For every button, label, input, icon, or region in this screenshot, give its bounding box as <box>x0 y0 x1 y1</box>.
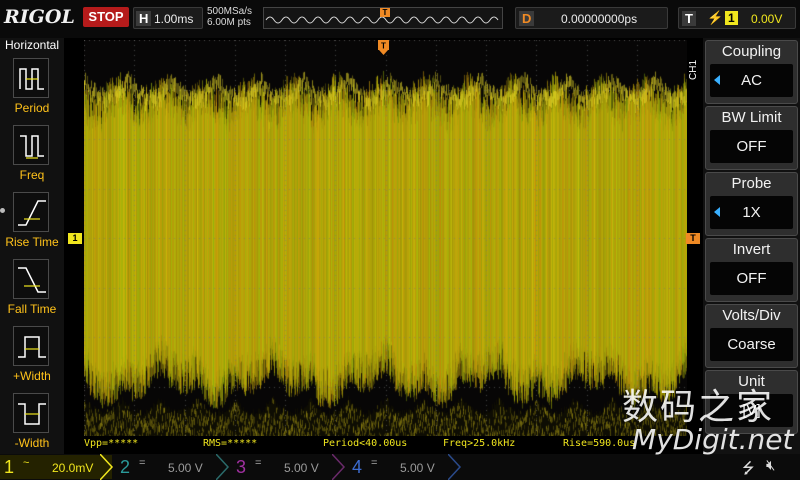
unit-value: [V] <box>710 394 793 427</box>
freq-label: Freq <box>19 168 45 182</box>
ch1-coupling-icon: ~ <box>23 457 30 469</box>
measure-vpp: Vpp=***** <box>84 438 139 449</box>
ch2-scale: 5.00 V <box>168 461 203 475</box>
invert-softkey[interactable]: Invert OFF <box>705 238 798 302</box>
probe-softkey[interactable]: Probe 1X <box>705 172 798 236</box>
period-label: Period <box>14 101 50 115</box>
ch3-scale: 5.00 V <box>284 461 319 475</box>
trigger-position-marker[interactable]: T <box>378 40 389 56</box>
run-stop-status[interactable]: STOP <box>83 7 129 27</box>
positive-width-icon <box>13 326 49 366</box>
channel-status-bar: 1 ~ 20.0mV 2 = 5.00 V 3 = 5.00 V 4 = 5.0… <box>0 454 800 480</box>
ch3-status[interactable]: 3 = 5.00 V <box>232 455 344 479</box>
trigger-level-marker[interactable]: T <box>686 233 700 244</box>
horizontal-measure-menu: Horizontal Period Freq Rise Time Fall Ti… <box>0 38 64 454</box>
ch1-offset-marker[interactable]: 1 <box>68 233 82 244</box>
waveform-display[interactable] <box>84 40 687 436</box>
ch1-scale: 20.0mV <box>52 461 94 475</box>
ch1-tab-edge <box>100 454 114 480</box>
svg-text:T: T <box>381 42 386 51</box>
memory-position-bar[interactable]: T <box>263 7 503 29</box>
measure-rise-time[interactable]: Rise Time <box>0 190 64 256</box>
speaker-muted-icon[interactable]: 🔇︎ <box>766 457 775 474</box>
trigger-key: T <box>682 11 696 26</box>
coupling-softkey[interactable]: Coupling AC <box>705 40 798 104</box>
volts-div-value: Coarse <box>710 328 793 361</box>
probe-label: Probe <box>731 175 772 192</box>
bw-limit-softkey[interactable]: BW Limit OFF <box>705 106 798 170</box>
coupling-label: Coupling <box>721 43 782 60</box>
measure-period[interactable]: Period <box>0 56 64 122</box>
timebase-value: 1.00ms <box>154 12 194 26</box>
acquisition-info: 500MSa/s 6.00M pts <box>207 6 252 28</box>
measure-fall-time[interactable]: Fall Time <box>0 257 64 323</box>
ch3-coupling-icon: = <box>255 457 262 469</box>
measure-period-value: Period<40.00us <box>323 438 408 449</box>
trigger-box[interactable]: T ⚡ 1 0.00V <box>678 7 796 29</box>
timebase-key: H <box>136 11 152 26</box>
channel-menu: Coupling AC BW Limit OFF Probe 1X Invert… <box>703 38 800 454</box>
trigger-edge-icon: ⚡ <box>707 10 724 25</box>
volts-div-softkey[interactable]: Volts/Div Coarse <box>705 304 798 368</box>
ch4-number: 4 <box>352 457 363 477</box>
ch4-coupling-icon: = <box>371 457 378 469</box>
measure-negative-width[interactable]: -Width <box>0 391 64 457</box>
invert-label: Invert <box>732 241 771 258</box>
unit-label: Unit <box>738 373 765 390</box>
ch2-coupling-icon: = <box>139 457 146 469</box>
delay-key: D <box>519 11 535 26</box>
coupling-arrow-icon <box>714 75 720 85</box>
measure-rms: RMS=***** <box>203 438 258 449</box>
probe-arrow-icon <box>714 207 720 217</box>
negative-width-icon <box>13 393 49 433</box>
measure-positive-width[interactable]: +Width <box>0 324 64 390</box>
memory-trigger-marker: T <box>380 8 390 17</box>
measure-rise-value: Rise=590.0us <box>563 438 636 449</box>
probe-value: 1X <box>710 196 793 229</box>
ch4-status[interactable]: 4 = 5.00 V <box>348 455 460 479</box>
volts-div-label: Volts/Div <box>722 307 781 324</box>
period-icon <box>13 58 49 98</box>
ch1-waveform-trace <box>84 40 687 436</box>
unit-softkey[interactable]: Unit [V] <box>705 370 798 434</box>
measure-freq[interactable]: Freq <box>0 123 64 189</box>
fall-time-label: Fall Time <box>7 302 57 316</box>
ch3-number: 3 <box>236 457 247 477</box>
memory-depth: 6.00M pts <box>207 17 251 28</box>
ch1-status[interactable]: 1 ~ 20.0mV <box>0 455 112 479</box>
ch1-menu-tab[interactable]: CH1 <box>688 55 702 85</box>
coupling-value: AC <box>710 64 793 97</box>
measure-freq-value: Freq>25.0kHz <box>443 438 516 449</box>
ch1-number: 1 <box>4 457 15 477</box>
rise-time-label: Rise Time <box>5 235 59 249</box>
ch4-tab-edge <box>448 454 462 480</box>
trigger-source: 1 <box>725 11 738 25</box>
positive-width-label: +Width <box>13 369 51 383</box>
bw-limit-label: BW Limit <box>721 109 782 126</box>
left-menu-title: Horizontal <box>4 38 60 52</box>
trigger-level: 0.00V <box>751 12 783 26</box>
top-status-bar: RIGOL STOP H 1.00ms 500MSa/s 6.00M pts T… <box>0 0 800 38</box>
delay-box[interactable]: D 0.00000000ps <box>515 7 668 29</box>
rise-time-icon <box>13 192 49 232</box>
usb-icon: ⭍ <box>742 460 755 477</box>
ch3-tab-edge <box>332 454 346 480</box>
fall-time-icon <box>13 259 49 299</box>
left-menu-indicator <box>0 208 5 213</box>
ch2-number: 2 <box>120 457 131 477</box>
negative-width-label: -Width <box>14 436 50 450</box>
invert-value: OFF <box>710 262 793 295</box>
ch2-status[interactable]: 2 = 5.00 V <box>116 455 228 479</box>
measurement-results: Vpp=***** RMS=***** Period<40.00us Freq>… <box>84 437 687 451</box>
delay-value: 0.00000000ps <box>561 12 638 26</box>
frequency-icon <box>13 125 49 165</box>
bw-limit-value: OFF <box>710 130 793 163</box>
ch2-tab-edge <box>216 454 230 480</box>
sample-rate: 500MSa/s <box>207 6 253 17</box>
brand-logo: RIGOL <box>4 6 75 28</box>
timebase-box[interactable]: H 1.00ms <box>133 7 203 29</box>
ch4-scale: 5.00 V <box>400 461 435 475</box>
